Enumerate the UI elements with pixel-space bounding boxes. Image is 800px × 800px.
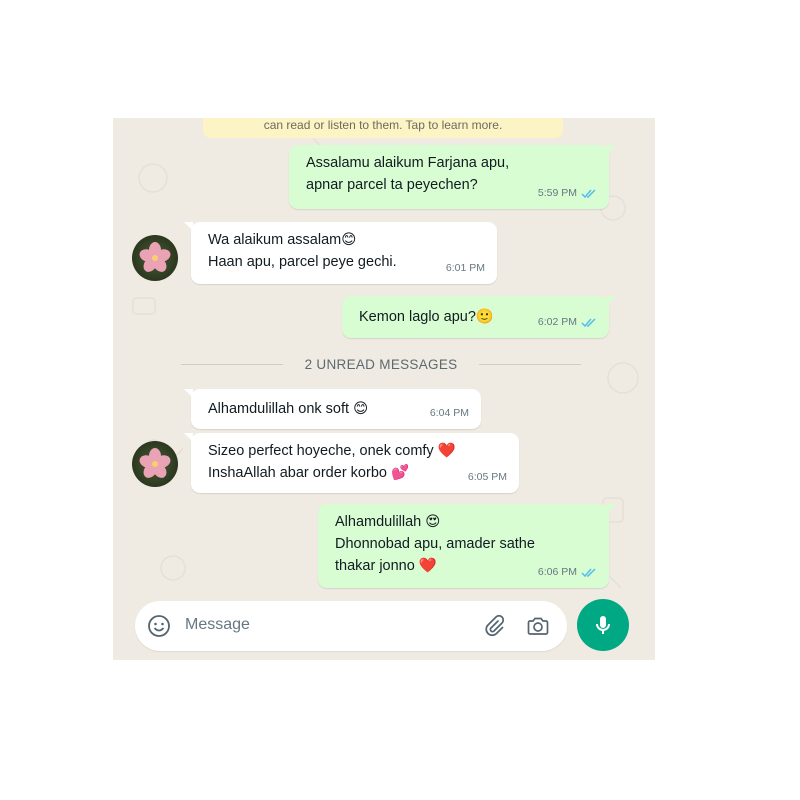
- message-time: 6:01 PM: [445, 262, 485, 274]
- message-time: 6:05 PM: [467, 471, 507, 483]
- message-time: 6:04 PM: [429, 407, 469, 419]
- message-incoming[interactable]: Wa alaikum assalam😊 Haan apu, parcel pey…: [184, 222, 497, 284]
- message-line: Sizeo perfect hoyeche, onek comfy ❤️: [208, 443, 456, 459]
- message-incoming[interactable]: Sizeo perfect hoyeche, onek comfy ❤️ Ins…: [184, 433, 519, 493]
- message-line: Alhamdulillah onk soft 😊: [208, 401, 369, 417]
- chat-window: can read or listen to them. Tap to learn…: [113, 118, 655, 660]
- message-composer[interactable]: Message: [135, 601, 567, 651]
- message-line: Alhamdulillah 😍: [335, 514, 441, 530]
- message-line: InshaAllah abar order korbo 💕: [208, 465, 410, 481]
- flower-avatar[interactable]: [132, 441, 178, 487]
- paperclip-icon[interactable]: [482, 614, 506, 638]
- divider-line: [479, 363, 582, 365]
- message-line: thakar jonno ❤️: [335, 558, 437, 574]
- double-check-icon: [581, 567, 596, 577]
- message-outgoing[interactable]: Kemon laglo apu?🙂 6:02 PM: [342, 296, 616, 338]
- double-check-icon: [581, 317, 596, 327]
- message-line: Haan apu, parcel peye gechi.: [208, 254, 397, 270]
- message-line: Assalamu alaikum Farjana apu,: [306, 155, 510, 171]
- message-time: 6:02 PM: [537, 316, 577, 328]
- flower-icon: [139, 448, 171, 478]
- message-time: 5:59 PM: [537, 187, 577, 199]
- unread-label: 2 UNREAD MESSAGES: [304, 356, 458, 372]
- message-line: Kemon laglo apu?🙂: [359, 309, 494, 325]
- message-input[interactable]: Message: [185, 616, 250, 634]
- message-outgoing[interactable]: Assalamu alaikum Farjana apu, apnar parc…: [289, 145, 616, 209]
- message-incoming[interactable]: Alhamdulillah onk soft 😊 6:04 PM: [184, 389, 481, 429]
- voice-message-button[interactable]: [577, 599, 629, 651]
- divider-line: [181, 363, 283, 365]
- flower-avatar[interactable]: [132, 235, 178, 281]
- unread-divider: 2 UNREAD MESSAGES: [181, 354, 582, 374]
- message-line: Dhonnobad apu, amader sathe: [335, 536, 535, 552]
- camera-icon[interactable]: [526, 614, 550, 638]
- encryption-notice[interactable]: can read or listen to them. Tap to learn…: [203, 118, 563, 138]
- message-outgoing[interactable]: Alhamdulillah 😍 Dhonnobad apu, amader sa…: [318, 504, 616, 588]
- message-time: 6:06 PM: [537, 566, 577, 578]
- notice-text: can read or listen to them. Tap to learn…: [263, 118, 503, 132]
- microphone-icon: [596, 616, 610, 634]
- double-check-icon: [581, 188, 596, 198]
- emoji-icon[interactable]: [147, 614, 171, 638]
- message-line: apnar parcel ta peyechen?: [306, 177, 478, 193]
- flower-icon: [139, 242, 171, 272]
- message-line: Wa alaikum assalam😊: [208, 232, 357, 248]
